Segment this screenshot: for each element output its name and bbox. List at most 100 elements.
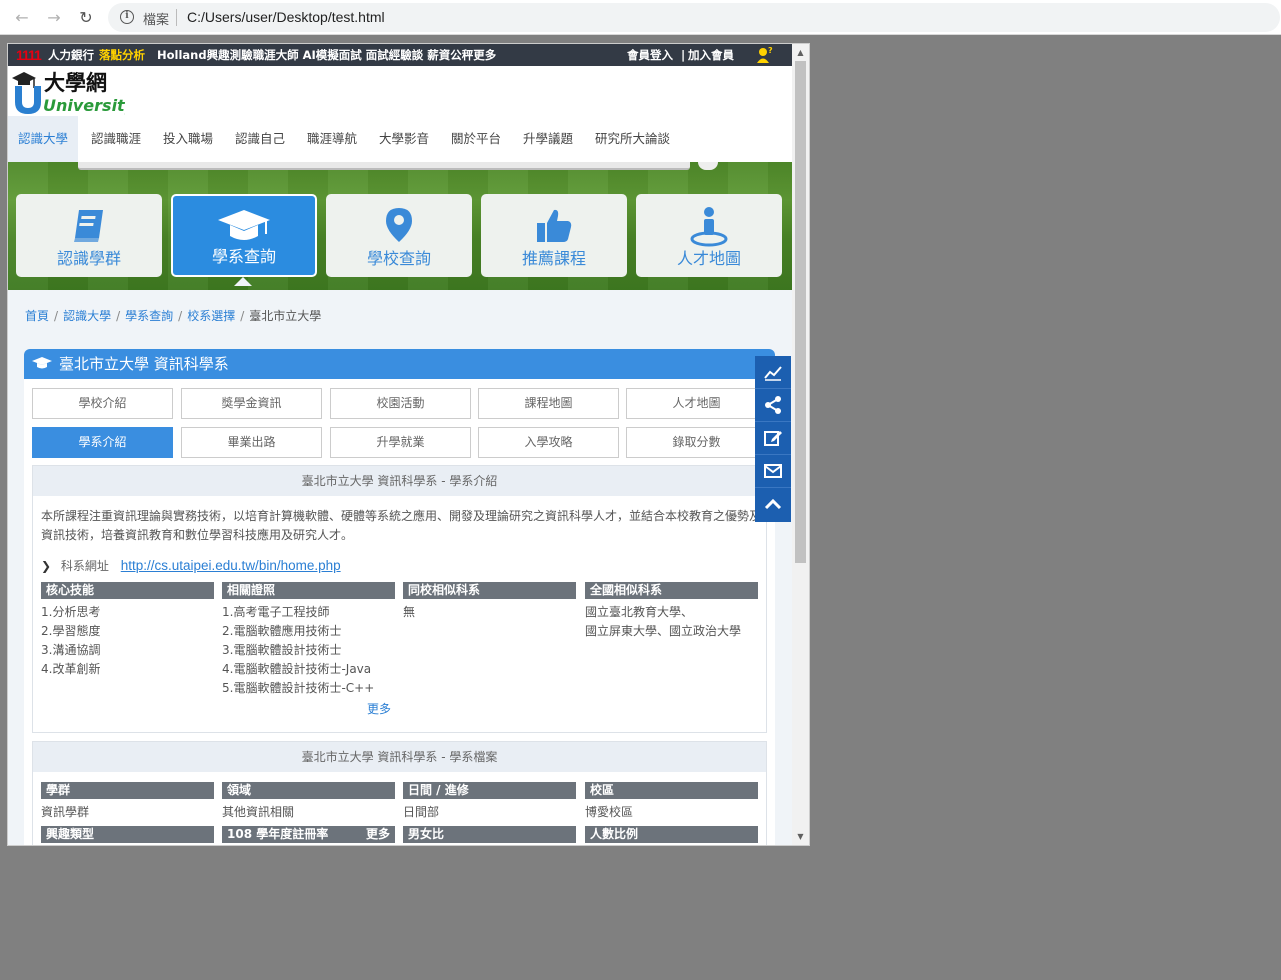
group-value: 資訊學群 bbox=[41, 805, 90, 819]
hero-banner: 認識學群 學系查詢 學校查詢 推薦課程 人才地圖 bbox=[8, 162, 792, 290]
list-item: 2.電腦軟體應用技術士 bbox=[222, 624, 342, 638]
mail-button[interactable] bbox=[755, 455, 791, 488]
category-label: 學校查詢 bbox=[366, 249, 431, 268]
user-help-icon[interactable]: ? bbox=[756, 46, 774, 64]
back-icon[interactable]: ← bbox=[12, 8, 32, 28]
department-url-row: ❯ 科系網址 http://cs.utaipei.edu.tw/bin/home… bbox=[41, 557, 341, 574]
breadcrumb-home[interactable]: 首頁 bbox=[25, 309, 49, 323]
menu-item-about[interactable]: 關於平台 bbox=[441, 116, 511, 162]
site-header: 大學網 University 認識大學 認識職涯 投入職場 認識自己 職涯導航 … bbox=[8, 66, 792, 162]
main-menu: 認識大學 認識職涯 投入職場 認識自己 職涯導航 大學影音 關於平台 升學議題 … bbox=[8, 116, 792, 162]
list-item: 4.改革創新 bbox=[41, 662, 101, 676]
department-url-link[interactable]: http://cs.utaipei.edu.tw/bin/home.php bbox=[121, 558, 341, 573]
breadcrumb-department-search[interactable]: 學系查詢 bbox=[125, 309, 173, 323]
search-button[interactable] bbox=[698, 162, 718, 170]
tab-campus-activity[interactable]: 校園活動 bbox=[330, 388, 471, 419]
chevron-right-icon: ❯ bbox=[41, 559, 52, 573]
list-item[interactable]: 國立屏東大學、國立政治大學 bbox=[585, 622, 741, 641]
scroll-thumb[interactable] bbox=[795, 61, 806, 563]
col-head-certificates: 相關證照 bbox=[222, 582, 395, 599]
svg-text:大學網: 大學網 bbox=[44, 70, 107, 95]
category-department-button[interactable]: 學系查詢 bbox=[171, 194, 317, 277]
topbar-bank-link[interactable]: 人力銀行 bbox=[48, 44, 94, 66]
core-skills-list: 1.分析思考 2.學習態度 3.溝通協調 4.改革創新 bbox=[41, 603, 100, 679]
menu-item-video[interactable]: 大學影音 bbox=[369, 116, 439, 162]
browser-toolbar: ← → ↻ i 檔案 C:/Users/user/Desktop/test.ht… bbox=[0, 0, 1281, 35]
col-head-core-skills: 核心技能 bbox=[41, 582, 214, 599]
scroll-down-icon[interactable]: ▼ bbox=[792, 828, 809, 845]
mail-icon bbox=[764, 464, 782, 478]
category-course-button[interactable]: 推薦課程 bbox=[481, 194, 627, 277]
list-item: 無 bbox=[403, 605, 416, 619]
certificates-list: 1.高考電子工程技師 2.電腦軟體應用技術士 3.電腦軟體設計技術士 4.電腦軟… bbox=[222, 603, 374, 698]
page-title: 臺北市立大學 資訊科學系 bbox=[59, 355, 229, 373]
tab-course-map[interactable]: 課程地圖 bbox=[478, 388, 619, 419]
address-url[interactable]: C:/Users/user/Desktop/test.html bbox=[187, 9, 385, 25]
chart-icon bbox=[764, 366, 782, 381]
menu-item-know-career[interactable]: 認識職涯 bbox=[81, 116, 151, 162]
graduation-cap-icon bbox=[218, 210, 270, 240]
thumbs-up-icon bbox=[537, 209, 572, 242]
tab-graduate-path[interactable]: 畢業出路 bbox=[181, 427, 322, 458]
breadcrumb: 首頁 / 認識大學 / 學系查詢 / 校系選擇 / 臺北市立大學 bbox=[25, 309, 322, 323]
chart-button[interactable] bbox=[755, 356, 791, 389]
logo-1111[interactable]: 1111 bbox=[16, 47, 42, 63]
login-link[interactable]: 會員登入 bbox=[627, 44, 673, 66]
tab-scholarship[interactable]: 獎學金資訊 bbox=[181, 388, 322, 419]
svg-text:University: University bbox=[43, 96, 125, 115]
list-item: 4.電腦軟體設計技術士-Java bbox=[222, 662, 372, 676]
menu-item-know-self[interactable]: 認識自己 bbox=[225, 116, 295, 162]
topbar-highlight-link[interactable]: 落點分析 bbox=[99, 44, 145, 66]
tab-school-intro[interactable]: 學校介紹 bbox=[32, 388, 173, 419]
edit-icon bbox=[764, 431, 782, 446]
intro-text: 本所課程注重資訊理論與實務技術，以培育計算機軟體、硬體等系統之應用、開發及理論研… bbox=[41, 509, 762, 542]
intro-heading: 臺北市立大學 資訊科學系 - 學系介紹 bbox=[33, 466, 766, 496]
breadcrumb-university[interactable]: 認識大學 bbox=[63, 309, 111, 323]
more-certificates-link[interactable]: 更多 bbox=[367, 700, 391, 717]
forward-icon[interactable]: → bbox=[44, 8, 64, 28]
book-icon bbox=[74, 210, 103, 242]
tab-admission-guide[interactable]: 入學攻略 bbox=[478, 427, 619, 458]
col-head-group: 學群 bbox=[41, 782, 214, 799]
menu-item-workplace[interactable]: 投入職場 bbox=[153, 116, 223, 162]
info-icon[interactable]: i bbox=[120, 10, 134, 24]
category-groups-button[interactable]: 認識學群 bbox=[16, 194, 162, 277]
category-school-button[interactable]: 學校查詢 bbox=[326, 194, 472, 277]
topbar-divider: | bbox=[681, 48, 686, 62]
list-item: 5.電腦軟體設計技術士-C++ bbox=[222, 681, 375, 695]
search-bar[interactable] bbox=[78, 162, 690, 170]
profile-heading: 臺北市立大學 資訊科學系 - 學系檔案 bbox=[33, 742, 766, 772]
field-value: 其他資訊相關 bbox=[222, 805, 295, 819]
page-viewport: 1111 人力銀行 落點分析 Holland興趣測驗職涯大師 AI模擬面試 面試… bbox=[7, 43, 810, 846]
back-to-top-button[interactable] bbox=[755, 488, 791, 521]
url-label: 科系網址 bbox=[60, 559, 109, 573]
site-logo[interactable]: 大學網 University bbox=[10, 68, 125, 116]
menu-item-graduate[interactable]: 研究所大論談 bbox=[585, 116, 680, 162]
share-button[interactable] bbox=[755, 389, 791, 422]
menu-item-admission[interactable]: 升學議題 bbox=[513, 116, 583, 162]
address-divider bbox=[176, 9, 177, 26]
category-talent-map-button[interactable]: 人才地圖 bbox=[636, 194, 782, 277]
tab-admission-score[interactable]: 錄取分數 bbox=[626, 427, 767, 458]
menu-item-know-university[interactable]: 認識大學 bbox=[8, 116, 79, 162]
topbar-links[interactable]: Holland興趣測驗職涯大師 AI模擬面試 面試經驗談 薪資公秤更多 bbox=[157, 44, 496, 66]
reload-icon[interactable]: ↻ bbox=[76, 8, 96, 28]
registration-more-link[interactable]: 更多 bbox=[366, 826, 390, 843]
tab-further-study[interactable]: 升學就業 bbox=[330, 427, 471, 458]
breadcrumb-school-select[interactable]: 校系選擇 bbox=[187, 309, 235, 323]
scroll-up-icon[interactable]: ▲ bbox=[792, 44, 809, 61]
list-item: 1.高考電子工程技師 bbox=[222, 605, 330, 619]
address-bar[interactable]: i 檔案 C:/Users/user/Desktop/test.html bbox=[108, 3, 1280, 32]
edit-button[interactable] bbox=[755, 422, 791, 455]
col-head-gender-ratio: 男女比 bbox=[403, 826, 576, 843]
vertical-scrollbar[interactable]: ▲ ▼ bbox=[792, 44, 809, 845]
same-school-list: 無 bbox=[403, 603, 415, 622]
tab-talent-map[interactable]: 人才地圖 bbox=[626, 388, 767, 419]
list-item[interactable]: 國立臺北教育大學、 bbox=[585, 603, 741, 622]
category-label: 人才地圖 bbox=[676, 249, 741, 268]
col-head-registration-rate: 108 學年度註冊率 更多 bbox=[222, 826, 395, 843]
col-head-national: 全國相似科系 bbox=[585, 582, 758, 599]
join-link[interactable]: 加入會員 bbox=[688, 44, 734, 66]
tab-department-intro[interactable]: 學系介紹 bbox=[32, 427, 173, 458]
menu-item-career-nav[interactable]: 職涯導航 bbox=[297, 116, 367, 162]
